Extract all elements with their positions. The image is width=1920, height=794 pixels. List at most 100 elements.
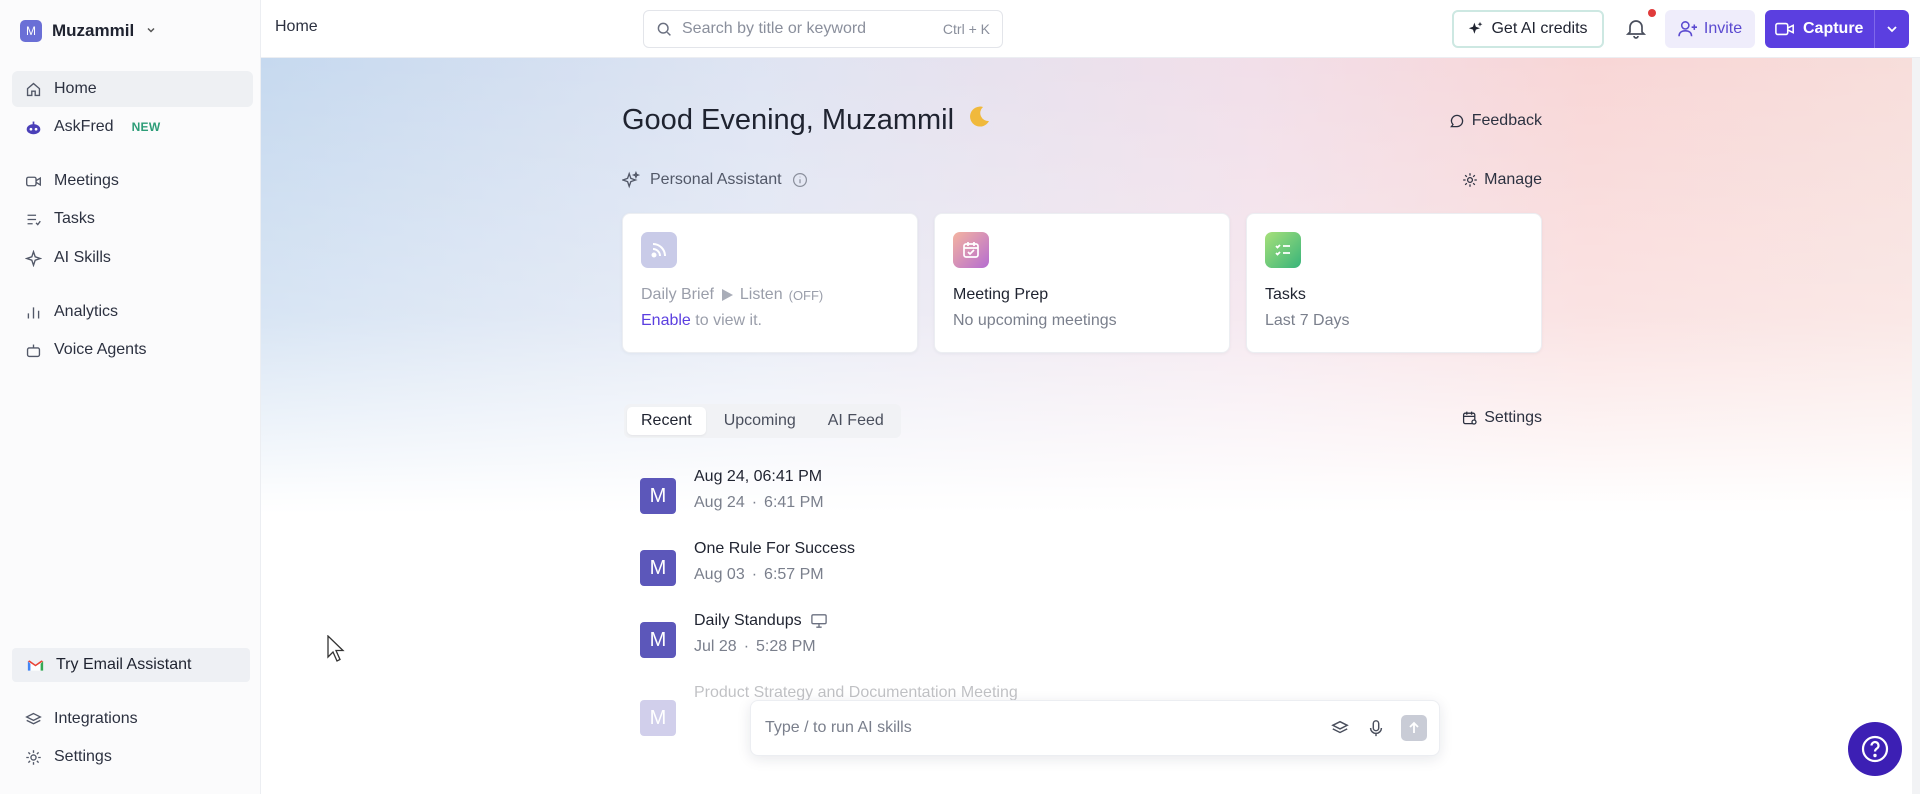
chevron-down-icon	[146, 25, 156, 38]
sidebar-item-label: Integrations	[54, 710, 138, 727]
personal-assistant-heading: Personal Assistant	[622, 171, 808, 189]
search-placeholder: Search by title or keyword	[682, 20, 867, 37]
feedback-label: Feedback	[1471, 112, 1542, 129]
video-camera-icon	[1775, 22, 1794, 36]
meeting-time: 6:41 PM	[764, 494, 824, 511]
enable-link[interactable]: Enable	[641, 312, 691, 329]
sidebar-item-tasks[interactable]: Tasks	[12, 201, 253, 237]
meeting-time: 6:57 PM	[764, 566, 824, 583]
gear-icon	[1463, 173, 1477, 187]
gear-icon	[24, 748, 42, 766]
tasks-list-icon	[24, 210, 42, 228]
moon-icon	[966, 104, 992, 137]
robot-icon	[24, 118, 42, 136]
sidebar-item-askfred[interactable]: AskFred NEW	[12, 109, 253, 145]
main-content: Good Evening, Muzammil Feedback Personal…	[261, 58, 1920, 794]
send-button[interactable]	[1401, 715, 1427, 741]
meeting-title: Aug 24, 06:41 PM	[694, 468, 823, 485]
sidebar-item-voice-agents[interactable]: Voice Agents	[12, 332, 253, 368]
meeting-date: Aug 24	[694, 494, 745, 511]
try-email-assistant-button[interactable]: Try Email Assistant	[12, 648, 250, 682]
avatar: M	[640, 700, 676, 736]
meeting-datetime: Aug 24 · 6:41 PM	[694, 494, 824, 512]
avatar: M	[640, 622, 676, 658]
bell-icon[interactable]	[1624, 16, 1648, 40]
scrollbar[interactable]	[1912, 58, 1920, 794]
tab-recent[interactable]: Recent	[627, 407, 706, 435]
prompt-placeholder: Type / to run AI skills	[765, 719, 912, 736]
sidebar-item-meetings[interactable]: Meetings	[12, 163, 253, 199]
tasks-card[interactable]: Tasks Last 7 Days	[1246, 213, 1542, 353]
workspace-switcher[interactable]: M Muzammil	[20, 18, 156, 44]
tab-upcoming[interactable]: Upcoming	[710, 407, 810, 435]
meeting-time: 5:28 PM	[756, 638, 816, 655]
meeting-title: Daily Standups	[694, 612, 828, 630]
tasks-card-title: Tasks	[1265, 286, 1306, 303]
new-badge: NEW	[131, 120, 161, 134]
sidebar-item-integrations[interactable]: Integrations	[12, 701, 253, 737]
sparkle-icon	[24, 249, 42, 267]
listen-label[interactable]: Listen	[740, 286, 783, 304]
bar-chart-icon	[24, 303, 42, 321]
sidebar-item-label: AI Skills	[54, 249, 111, 266]
manage-button[interactable]: Manage	[1462, 171, 1542, 189]
capture-main[interactable]: Capture	[1765, 10, 1875, 48]
avatar: M	[640, 550, 676, 586]
meeting-prep-title: Meeting Prep	[953, 286, 1049, 303]
add-user-icon	[1678, 21, 1697, 37]
separator: ·	[751, 566, 758, 583]
rss-icon	[641, 232, 677, 268]
avatar: M	[640, 478, 676, 514]
meeting-prep-card[interactable]: Meeting Prep No upcoming meetings	[934, 213, 1230, 353]
sidebar-item-settings[interactable]: Settings	[12, 739, 253, 775]
list-item[interactable]: M Aug 24, 06:41 PM Aug 24 · 6:41 PM	[640, 468, 824, 514]
calendar-settings-icon	[1463, 411, 1477, 425]
card-title-text: Daily Brief	[641, 286, 714, 303]
sidebar-item-analytics[interactable]: Analytics	[12, 294, 253, 330]
ai-skills-prompt[interactable]: Type / to run AI skills	[750, 700, 1440, 756]
page-title: Good Evening, Muzammil	[622, 104, 992, 137]
sidebar-item-ai-skills[interactable]: AI Skills	[12, 240, 253, 276]
chat-bubble-icon	[1449, 114, 1463, 128]
meetings-tabs: Recent Upcoming AI Feed	[624, 404, 901, 438]
capture-dropdown[interactable]	[1875, 23, 1909, 35]
arrow-up-icon	[1409, 721, 1419, 733]
meeting-settings-button[interactable]: Settings	[1462, 409, 1542, 427]
search-input[interactable]: Search by title or keyword Ctrl + K	[643, 10, 1003, 48]
feedback-button[interactable]: Feedback	[1449, 112, 1542, 130]
sidebar-item-home[interactable]: Home	[12, 71, 253, 107]
settings-label: Settings	[1484, 409, 1542, 426]
layers-icon[interactable]	[1329, 717, 1351, 739]
sidebar-item-label: Voice Agents	[54, 341, 147, 358]
list-item[interactable]: M One Rule For Success Aug 03 · 6:57 PM	[640, 540, 855, 586]
get-ai-credits-button[interactable]: Get AI credits	[1452, 10, 1604, 48]
meeting-datetime: Aug 03 · 6:57 PM	[694, 566, 855, 584]
daily-brief-card[interactable]: Daily Brief Listen (OFF) Enable to view …	[622, 213, 918, 353]
daily-brief-subtitle: Enable to view it.	[641, 312, 899, 330]
enable-rest-text: to view it.	[695, 312, 762, 329]
capture-button[interactable]: Capture	[1765, 10, 1909, 48]
sidebar-item-label: Home	[54, 80, 97, 97]
list-item[interactable]: M Daily Standups Jul 28 · 5:28 PM	[640, 612, 828, 658]
email-assistant-label: Try Email Assistant	[56, 656, 192, 673]
play-icon[interactable]	[720, 288, 734, 302]
workspace-avatar: M	[20, 20, 42, 42]
question-mark-icon	[1861, 735, 1889, 763]
invite-button[interactable]: Invite	[1665, 10, 1755, 48]
top-bar: Home Search by title or keyword Ctrl + K…	[261, 0, 1920, 58]
voice-agent-icon	[24, 341, 42, 359]
invite-label: Invite	[1703, 20, 1743, 37]
greeting-text: Good Evening, Muzammil	[622, 104, 955, 136]
listen-status: (OFF)	[788, 287, 824, 303]
help-button[interactable]	[1848, 722, 1902, 776]
calendar-check-icon	[953, 232, 989, 268]
meeting-date: Aug 03	[694, 566, 745, 583]
microphone-icon[interactable]	[1365, 717, 1387, 739]
sidebar-item-label: Analytics	[54, 303, 119, 320]
info-icon[interactable]	[792, 172, 808, 188]
sidebar-item-label: Meetings	[54, 172, 119, 189]
gmail-icon	[26, 656, 44, 674]
separator: ·	[751, 494, 758, 511]
tab-ai-feed[interactable]: AI Feed	[814, 407, 898, 435]
home-icon	[24, 80, 42, 98]
